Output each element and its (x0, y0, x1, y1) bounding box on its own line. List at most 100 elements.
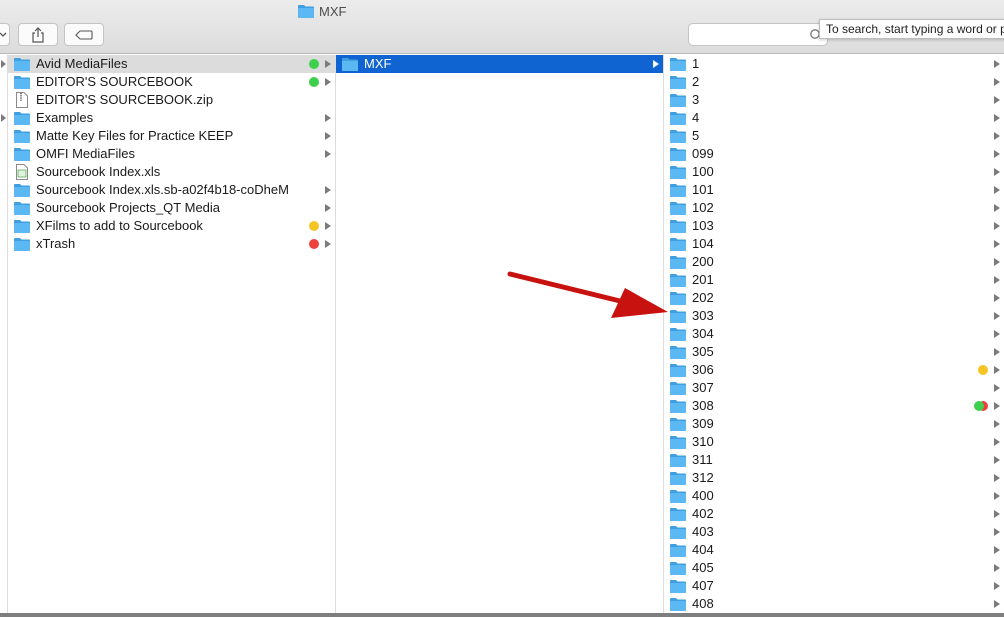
list-item[interactable]: 1 (664, 55, 1004, 73)
disclosure-arrow-icon (994, 222, 1000, 230)
browser-column-0[interactable] (0, 55, 8, 613)
list-item-label: 405 (692, 560, 714, 575)
list-item-label: 310 (692, 434, 714, 449)
disclosure-arrow-icon (994, 438, 1000, 446)
list-item[interactable]: 2 (664, 73, 1004, 91)
list-item[interactable]: 5 (664, 127, 1004, 145)
tag-icon (75, 29, 93, 40)
disclosure-arrow-icon (325, 78, 331, 86)
list-item[interactable]: 102 (664, 199, 1004, 217)
list-item-label: 305 (692, 344, 714, 359)
list-item[interactable]: 202 (664, 289, 1004, 307)
disclosure-arrow-icon (994, 150, 1000, 158)
list-item-label: EDITOR'S SOURCEBOOK.zip (36, 92, 214, 107)
list-item[interactable]: Sourcebook Index.xls.sb-a02f4b18-coDheM (8, 181, 335, 199)
file-list: 1 2 3 4 5 099 100 101 102 103 104 200 201 202 303 304 30… (664, 55, 1004, 613)
list-item[interactable]: Avid MediaFiles (8, 55, 335, 73)
list-item[interactable]: 201 (664, 271, 1004, 289)
folder-icon (670, 184, 686, 197)
list-item[interactable]: 100 (664, 163, 1004, 181)
list-item-label: 402 (692, 506, 714, 521)
list-item[interactable]: 407 (664, 577, 1004, 595)
list-item-label: EDITOR'S SOURCEBOOK (36, 74, 193, 89)
browser-column-1[interactable]: Avid MediaFiles EDITOR'S SOURCEBOOK EDITOR… (8, 55, 336, 613)
list-item-label: 309 (692, 416, 714, 431)
list-item[interactable]: 200 (664, 253, 1004, 271)
disclosure-arrow-icon (994, 402, 1000, 410)
list-item-label: Sourcebook Index.xls (36, 164, 161, 179)
disclosure-arrow-icon (325, 204, 331, 212)
list-item[interactable]: MXF (336, 55, 663, 73)
list-item-label: 5 (692, 128, 700, 143)
browser-column-3[interactable]: 1 2 3 4 5 099 100 101 102 103 104 200 201 202 303 304 30… (664, 55, 1004, 613)
list-item[interactable]: 408 (664, 595, 1004, 613)
folder-icon (670, 292, 686, 305)
list-item-label: 311 (692, 452, 713, 467)
disclosure-arrow-icon (994, 366, 1000, 374)
list-item-label: 304 (692, 326, 714, 341)
list-item[interactable]: 400 (664, 487, 1004, 505)
list-item[interactable]: 309 (664, 415, 1004, 433)
list-item[interactable]: 306 (664, 361, 1004, 379)
search-tooltip: To search, start typing a word or p (819, 19, 1004, 39)
list-item[interactable]: 104 (664, 235, 1004, 253)
folder-icon (14, 112, 30, 125)
disclosure-arrow-icon (994, 240, 1000, 248)
share-button[interactable] (18, 23, 58, 46)
color-tag-dot (978, 365, 988, 375)
list-item[interactable]: 3 (664, 91, 1004, 109)
folder-icon (670, 148, 686, 161)
list-item[interactable]: 311 (664, 451, 1004, 469)
disclosure-arrow-icon (994, 168, 1000, 176)
list-item-label: 104 (692, 236, 714, 251)
list-item[interactable]: 405 (664, 559, 1004, 577)
list-item[interactable]: 403 (664, 523, 1004, 541)
folder-icon (670, 436, 686, 449)
folder-icon (670, 508, 686, 521)
disclosure-arrow-icon (325, 150, 331, 158)
list-item[interactable]: 307 (664, 379, 1004, 397)
list-item[interactable]: xTrash (8, 235, 335, 253)
list-item[interactable]: XFilms to add to Sourcebook (8, 217, 335, 235)
folder-icon (670, 490, 686, 503)
folder-icon (670, 58, 686, 71)
list-item[interactable]: 304 (664, 325, 1004, 343)
list-item[interactable]: 402 (664, 505, 1004, 523)
list-item[interactable]: Sourcebook Index.xls (8, 163, 335, 181)
edit-tags-button[interactable] (64, 23, 104, 46)
list-item[interactable]: 4 (664, 109, 1004, 127)
list-item-label: xTrash (36, 236, 76, 251)
file-list: Avid MediaFiles EDITOR'S SOURCEBOOK EDITOR… (8, 55, 335, 253)
disclosure-arrow-icon (994, 114, 1000, 122)
list-item[interactable]: 101 (664, 181, 1004, 199)
browser-column-2[interactable]: MXF (336, 55, 664, 613)
color-tag-dot (974, 401, 984, 411)
list-item-label: 403 (692, 524, 714, 539)
list-item[interactable]: 312 (664, 469, 1004, 487)
list-item[interactable]: 305 (664, 343, 1004, 361)
list-item[interactable]: OMFI MediaFiles (8, 145, 335, 163)
list-item[interactable]: EDITOR'S SOURCEBOOK.zip (8, 91, 335, 109)
disclosure-arrow-icon (994, 384, 1000, 392)
folder-icon (670, 472, 686, 485)
list-item[interactable]: EDITOR'S SOURCEBOOK (8, 73, 335, 91)
folder-icon (670, 526, 686, 539)
folder-icon (670, 328, 686, 341)
list-item[interactable]: Examples (8, 109, 335, 127)
disclosure-arrow-icon (325, 186, 331, 194)
list-item[interactable]: 303 (664, 307, 1004, 325)
list-item[interactable]: Sourcebook Projects_QT Media (8, 199, 335, 217)
view-options-button[interactable] (0, 23, 10, 46)
folder-icon (14, 76, 30, 89)
search-input[interactable] (688, 23, 828, 46)
list-item[interactable]: 099 (664, 145, 1004, 163)
list-item[interactable]: 404 (664, 541, 1004, 559)
window-title: MXF (298, 2, 346, 20)
folder-icon (670, 418, 686, 431)
disclosure-arrow-icon (994, 60, 1000, 68)
disclosure-arrow-icon (653, 60, 659, 68)
list-item[interactable]: 308 (664, 397, 1004, 415)
list-item[interactable]: 103 (664, 217, 1004, 235)
list-item[interactable]: Matte Key Files for Practice KEEP (8, 127, 335, 145)
list-item[interactable]: 310 (664, 433, 1004, 451)
